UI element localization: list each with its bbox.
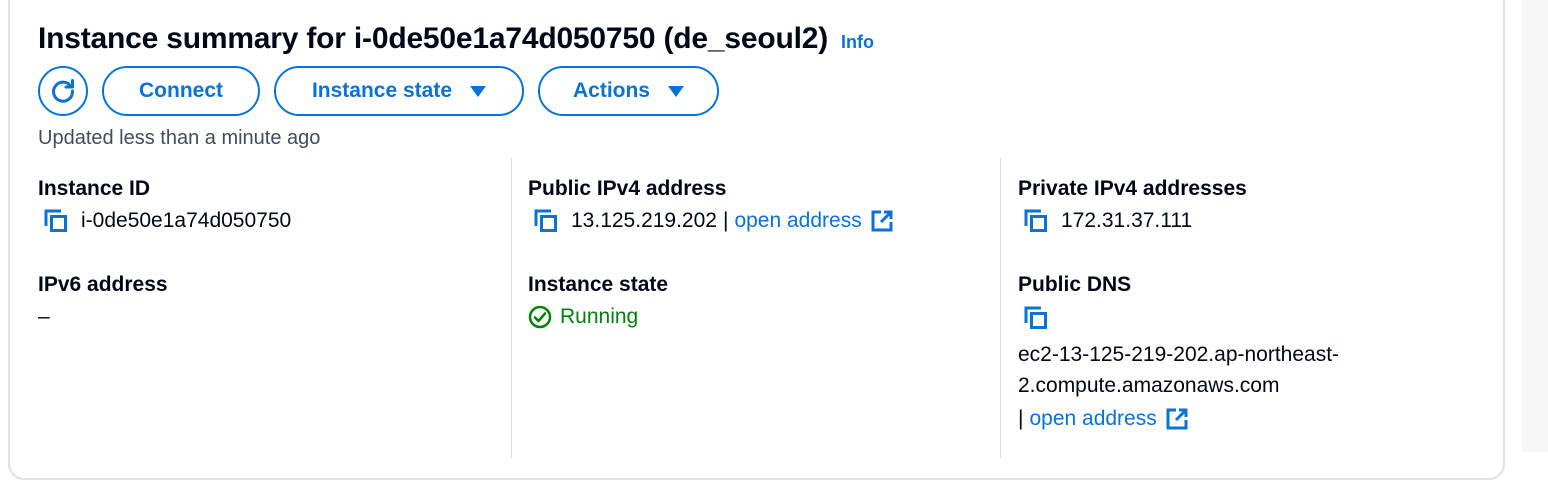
- private-ipv4-label: Private IPv4 addresses: [1018, 177, 1247, 200]
- copy-icon[interactable]: [533, 208, 559, 234]
- copy-icon[interactable]: [1023, 305, 1049, 331]
- separator: |: [722, 209, 729, 232]
- instance-id-value: i-0de50e1a74d050750: [81, 209, 292, 232]
- copy-icon[interactable]: [1023, 208, 1049, 234]
- column-divider: [1000, 158, 1001, 458]
- caret-down-icon: [668, 85, 684, 97]
- ipv6-address-text: –: [38, 305, 50, 328]
- public-dns-line-1: ec2-13-125-219-202.ap-northeast-: [1018, 343, 1340, 366]
- caret-down-icon: [470, 85, 487, 97]
- ipv6-address-value: –: [38, 305, 50, 329]
- public-dns-copy-row: [1023, 305, 1061, 331]
- actions-dropdown-label: Actions: [572, 79, 650, 102]
- header: Instance summary for i-0de50e1a74d050750…: [38, 22, 874, 56]
- instance-state-dropdown-label: Instance state: [311, 79, 453, 102]
- success-check-icon: [528, 305, 552, 329]
- refresh-icon: [52, 79, 75, 103]
- private-ipv4-value: 172.31.37.111: [1061, 209, 1193, 232]
- copy-icon[interactable]: [43, 208, 69, 234]
- public-dns-label: Public DNS: [1018, 273, 1132, 296]
- open-address-link[interactable]: open address: [1029, 407, 1156, 431]
- connect-button[interactable]: Connect: [102, 66, 260, 116]
- public-ipv4-value: 13.125.219.202: [571, 209, 717, 232]
- ipv6-address-label: IPv6 address: [38, 273, 168, 296]
- public-dns-link-row: | open address: [1018, 407, 1189, 431]
- open-address-link[interactable]: open address: [734, 209, 861, 233]
- instance-id-value-row: i-0de50e1a74d050750: [43, 208, 291, 234]
- public-dns-value: ec2-13-125-219-202.ap-northeast- 2.compu…: [1018, 339, 1339, 401]
- private-ipv4-value-row: 172.31.37.111: [1023, 208, 1192, 234]
- public-ipv4-label: Public IPv4 address: [528, 177, 727, 200]
- column-divider: [511, 158, 512, 458]
- instance-state-dropdown[interactable]: Instance state: [274, 66, 524, 116]
- refresh-button[interactable]: [38, 66, 88, 116]
- actions-dropdown[interactable]: Actions: [538, 66, 719, 116]
- separator: |: [1018, 407, 1024, 430]
- connect-button-label: Connect: [139, 79, 223, 102]
- scrollbar-track[interactable]: [1522, 0, 1548, 452]
- external-link-icon[interactable]: [1165, 407, 1189, 431]
- page-title: Instance summary for i-0de50e1a74d050750…: [38, 22, 829, 55]
- public-dns-line-2: 2.compute.amazonaws.com: [1018, 374, 1280, 397]
- public-ipv4-value-row: 13.125.219.202 | open address: [533, 208, 894, 234]
- instance-state-value: Running: [560, 305, 639, 328]
- instance-state-value-row: Running: [528, 305, 638, 329]
- instance-id-label: Instance ID: [38, 177, 151, 200]
- instance-state-label: Instance state: [528, 273, 669, 296]
- toolbar: Connect Instance state Actions: [38, 66, 719, 116]
- external-link-icon[interactable]: [870, 209, 894, 233]
- last-updated-text: Updated less than a minute ago: [38, 127, 321, 149]
- info-link[interactable]: Info: [841, 32, 874, 53]
